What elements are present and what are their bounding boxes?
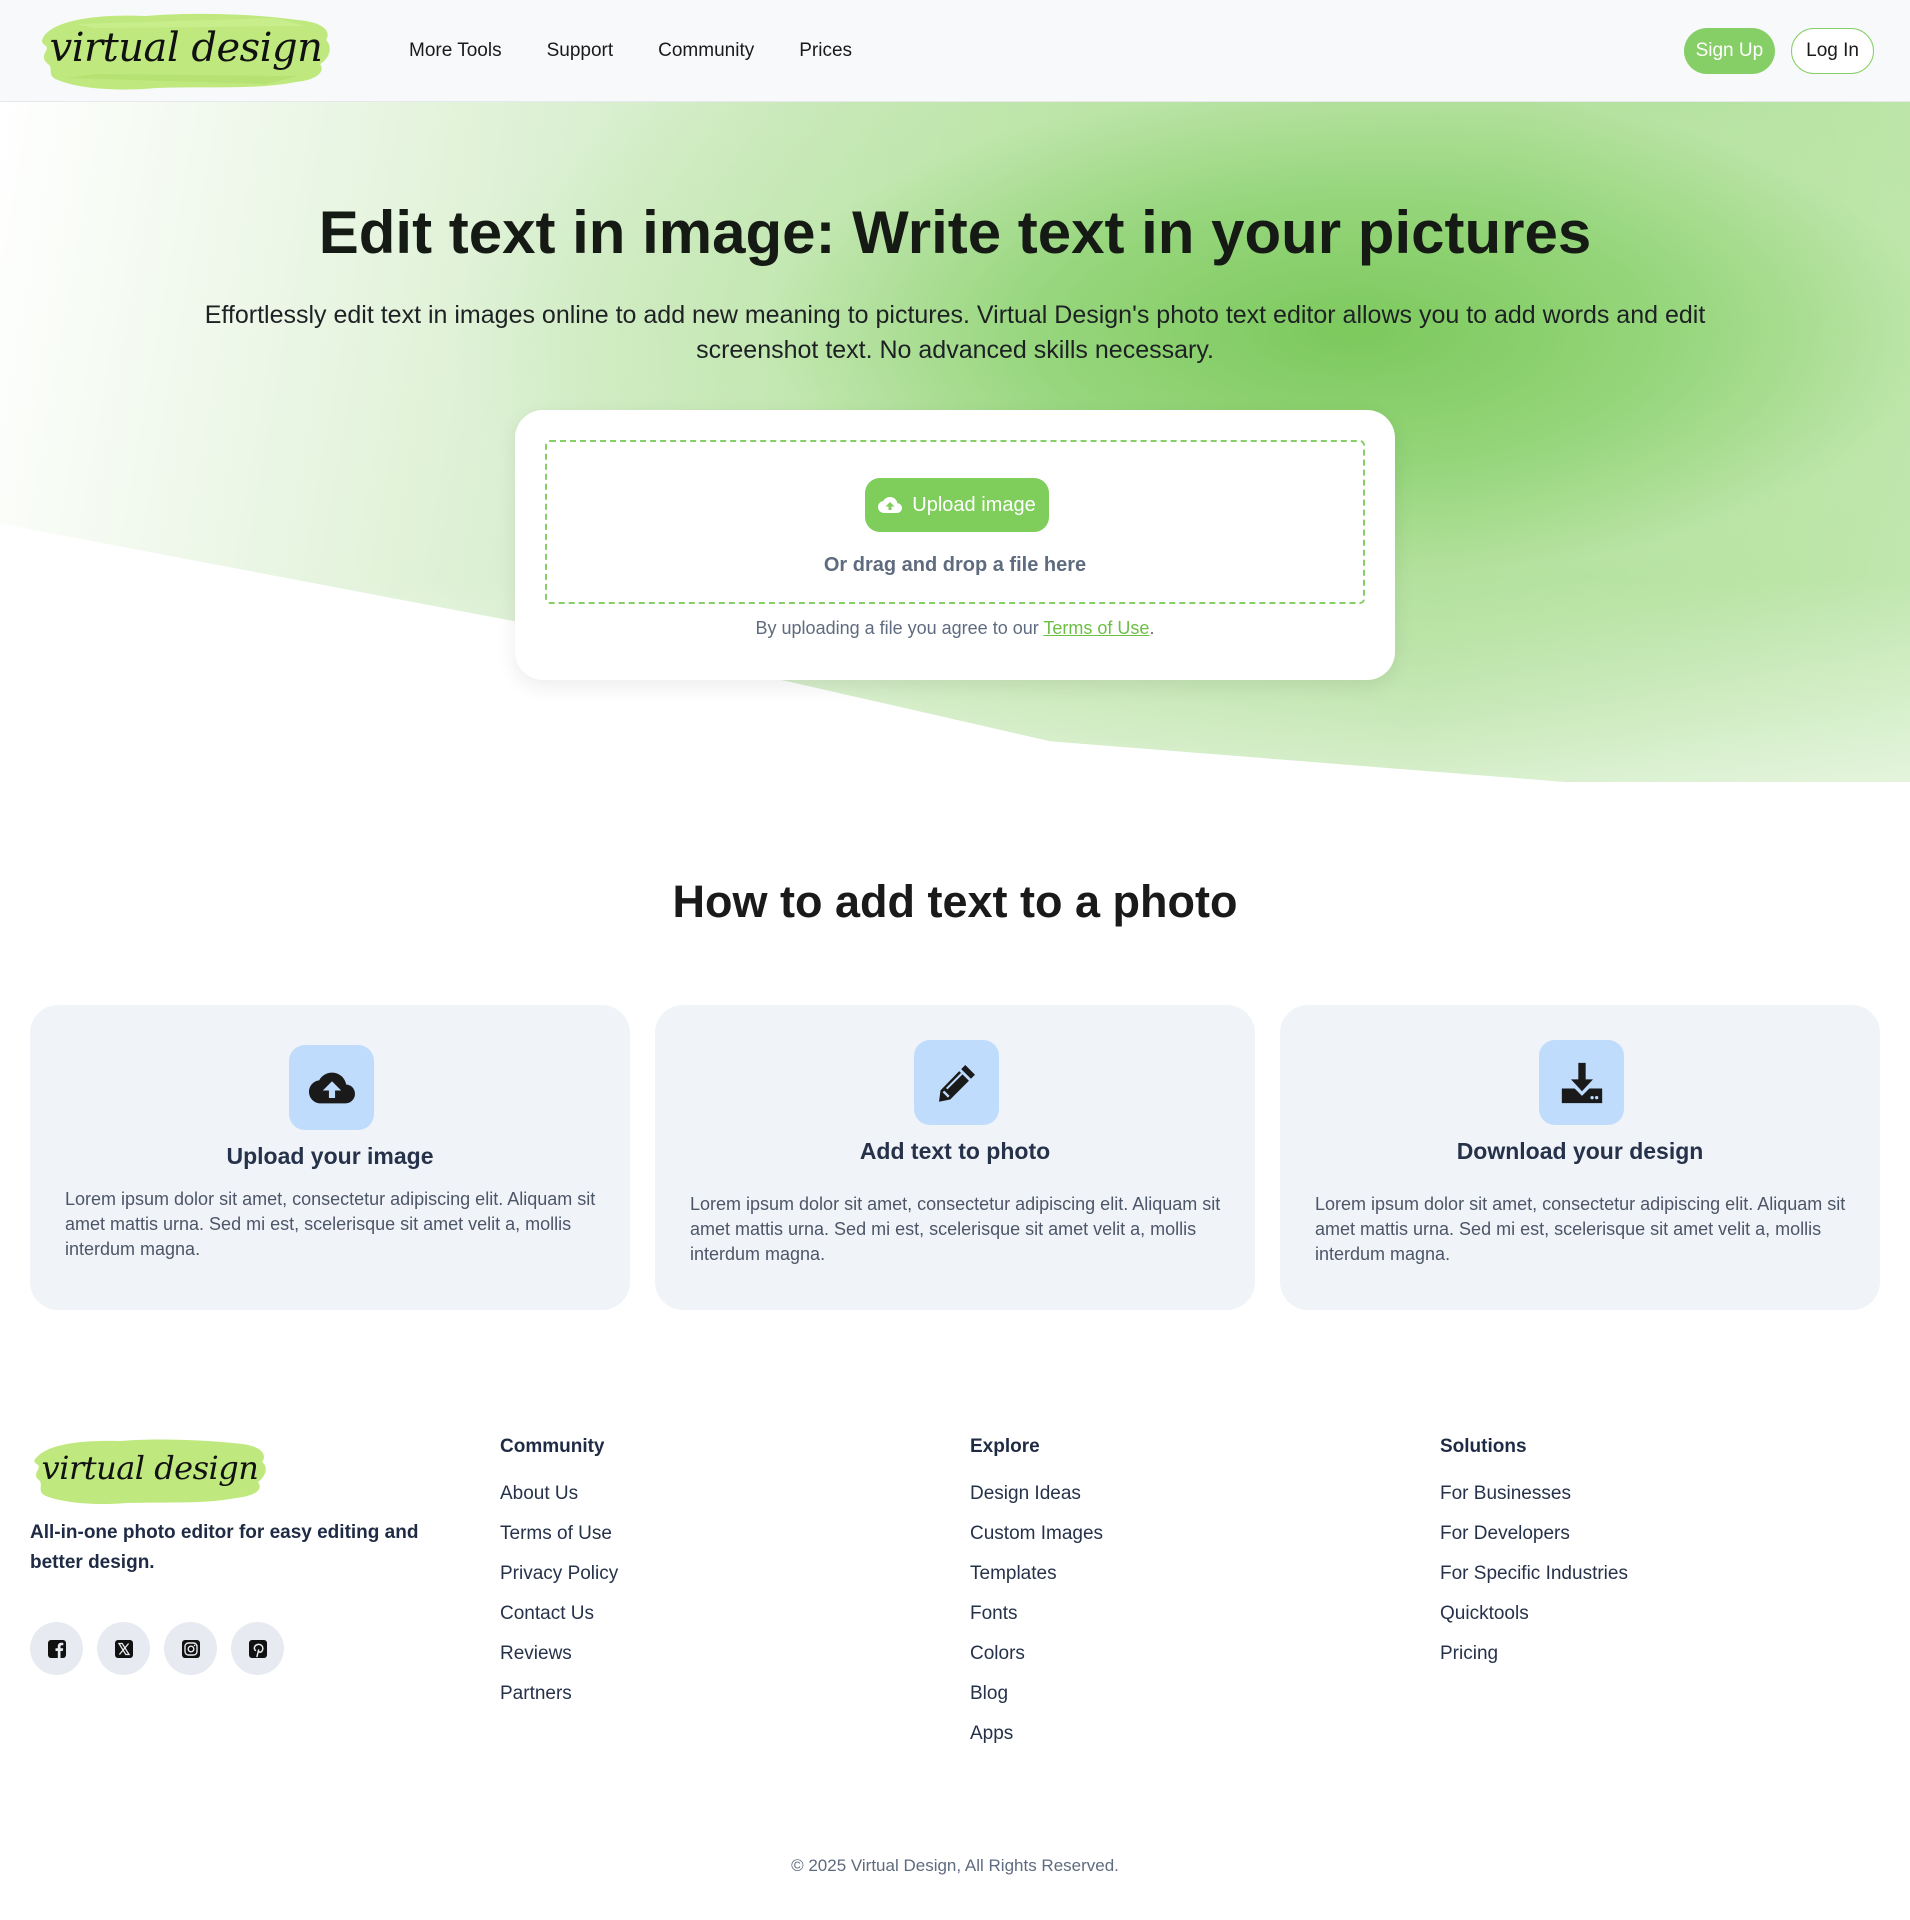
footer-tagline: All-in-one photo editor for easy editing…: [30, 1522, 419, 1573]
footer-link-businesses[interactable]: For Businesses: [1440, 1480, 1628, 1520]
drag-drop-text: Or drag and drop a file here: [823, 554, 1087, 576]
cloud-upload-icon: [308, 1072, 355, 1103]
social-facebook[interactable]: [30, 1622, 83, 1675]
footer-col-title: Explore: [970, 1436, 1040, 1457]
footer-col-solutions: Solutions For Businesses For Developers …: [1440, 1436, 1628, 1680]
footer-link-blog[interactable]: Blog: [970, 1680, 1103, 1720]
social-x[interactable]: [97, 1622, 150, 1675]
logo-text: virtual design: [49, 24, 323, 71]
footer-link-templates[interactable]: Templates: [970, 1560, 1103, 1600]
main-nav: More Tools Support Community Prices: [409, 40, 852, 62]
how-to-title: How to add text to a photo: [672, 876, 1238, 927]
footer-link-contact[interactable]: Contact Us: [500, 1600, 618, 1640]
footer-col-title: Community: [500, 1436, 605, 1457]
step-title: Upload your image: [226, 1143, 434, 1169]
step-title: Download your design: [1456, 1138, 1704, 1164]
nav-more-tools[interactable]: More Tools: [409, 40, 502, 62]
top-navbar: virtual design More Tools Support Commun…: [0, 0, 1910, 102]
logo[interactable]: virtual design: [36, 6, 336, 96]
login-button[interactable]: Log In: [1791, 27, 1874, 74]
footer-link-partners[interactable]: Partners: [500, 1680, 618, 1720]
download-icon: [1561, 1062, 1602, 1103]
step-title: Add text to photo: [859, 1138, 1051, 1164]
footer-link-pricing[interactable]: Pricing: [1440, 1640, 1628, 1680]
social-links: [30, 1622, 284, 1675]
social-instagram[interactable]: [164, 1622, 217, 1675]
upload-button-label: Upload image: [912, 493, 1036, 516]
step-card-download: Download your design Lorem ipsum dolor s…: [1280, 1005, 1880, 1310]
hero-title: Edit text in image: Write text in your p…: [318, 199, 1592, 266]
footer-logo[interactable]: virtual design: [30, 1432, 270, 1508]
social-pinterest[interactable]: [231, 1622, 284, 1675]
footer-col-community: Community About Us Terms of Use Privacy …: [500, 1436, 618, 1720]
footer-link-terms[interactable]: Terms of Use: [500, 1520, 618, 1560]
dropzone[interactable]: Upload image Or drag and drop a file her…: [545, 440, 1365, 604]
footer-link-industries[interactable]: For Specific Industries: [1440, 1560, 1628, 1600]
terms-of-use-link[interactable]: Terms of Use: [1043, 618, 1149, 638]
signup-button[interactable]: Sign Up: [1683, 27, 1776, 74]
footer-link-quicktools[interactable]: Quicktools: [1440, 1600, 1628, 1640]
footer-logo-text: virtual design: [41, 1449, 259, 1487]
terms-notice: By uploading a file you agree to our Ter…: [515, 618, 1395, 639]
step-description: Lorem ipsum dolor sit amet, consectetur …: [65, 1189, 596, 1259]
footer-link-developers[interactable]: For Developers: [1440, 1520, 1628, 1560]
footer-col-explore: Explore Design Ideas Custom Images Templ…: [970, 1436, 1103, 1760]
facebook-icon: [47, 1639, 66, 1658]
nav-community[interactable]: Community: [658, 40, 754, 62]
footer-link-fonts[interactable]: Fonts: [970, 1600, 1103, 1640]
hero-subtitle: Effortlessly edit text in images online …: [204, 301, 1706, 364]
step-description: Lorem ipsum dolor sit amet, consectetur …: [690, 1194, 1221, 1264]
upload-image-button[interactable]: Upload image: [865, 478, 1049, 532]
pencil-icon: [938, 1064, 975, 1102]
auth-buttons: Sign Up Log In: [1683, 27, 1874, 74]
terms-notice-prefix: By uploading a file you agree to our: [755, 618, 1044, 638]
step-description: Lorem ipsum dolor sit amet, consectetur …: [1315, 1194, 1846, 1264]
copyright: © 2025 Virtual Design, All Rights Reserv…: [791, 1856, 1119, 1875]
footer-link-apps[interactable]: Apps: [970, 1720, 1103, 1760]
upload-card: Upload image Or drag and drop a file her…: [515, 410, 1395, 680]
step-card-add-text: Add text to photo Lorem ipsum dolor sit …: [655, 1005, 1255, 1310]
terms-notice-suffix: .: [1149, 618, 1155, 638]
footer-link-colors[interactable]: Colors: [970, 1640, 1103, 1680]
footer-link-design-ideas[interactable]: Design Ideas: [970, 1480, 1103, 1520]
x-icon: [114, 1639, 133, 1658]
step-icon-tile: [289, 1045, 374, 1130]
nav-support[interactable]: Support: [547, 40, 614, 62]
instagram-icon: [181, 1639, 200, 1658]
footer-link-custom-images[interactable]: Custom Images: [970, 1520, 1103, 1560]
hero-section: Edit text in image: Write text in your p…: [0, 102, 1910, 782]
nav-prices[interactable]: Prices: [799, 40, 852, 62]
footer-link-about-us[interactable]: About Us: [500, 1480, 618, 1520]
footer-col-title: Solutions: [1440, 1436, 1527, 1457]
step-card-upload: Upload your image Lorem ipsum dolor sit …: [30, 1005, 630, 1310]
footer-link-privacy[interactable]: Privacy Policy: [500, 1560, 618, 1600]
step-icon-tile: [914, 1040, 999, 1125]
pinterest-icon: [248, 1639, 267, 1658]
step-icon-tile: [1539, 1040, 1624, 1125]
footer-link-reviews[interactable]: Reviews: [500, 1640, 618, 1680]
cloud-upload-icon: [878, 497, 903, 513]
